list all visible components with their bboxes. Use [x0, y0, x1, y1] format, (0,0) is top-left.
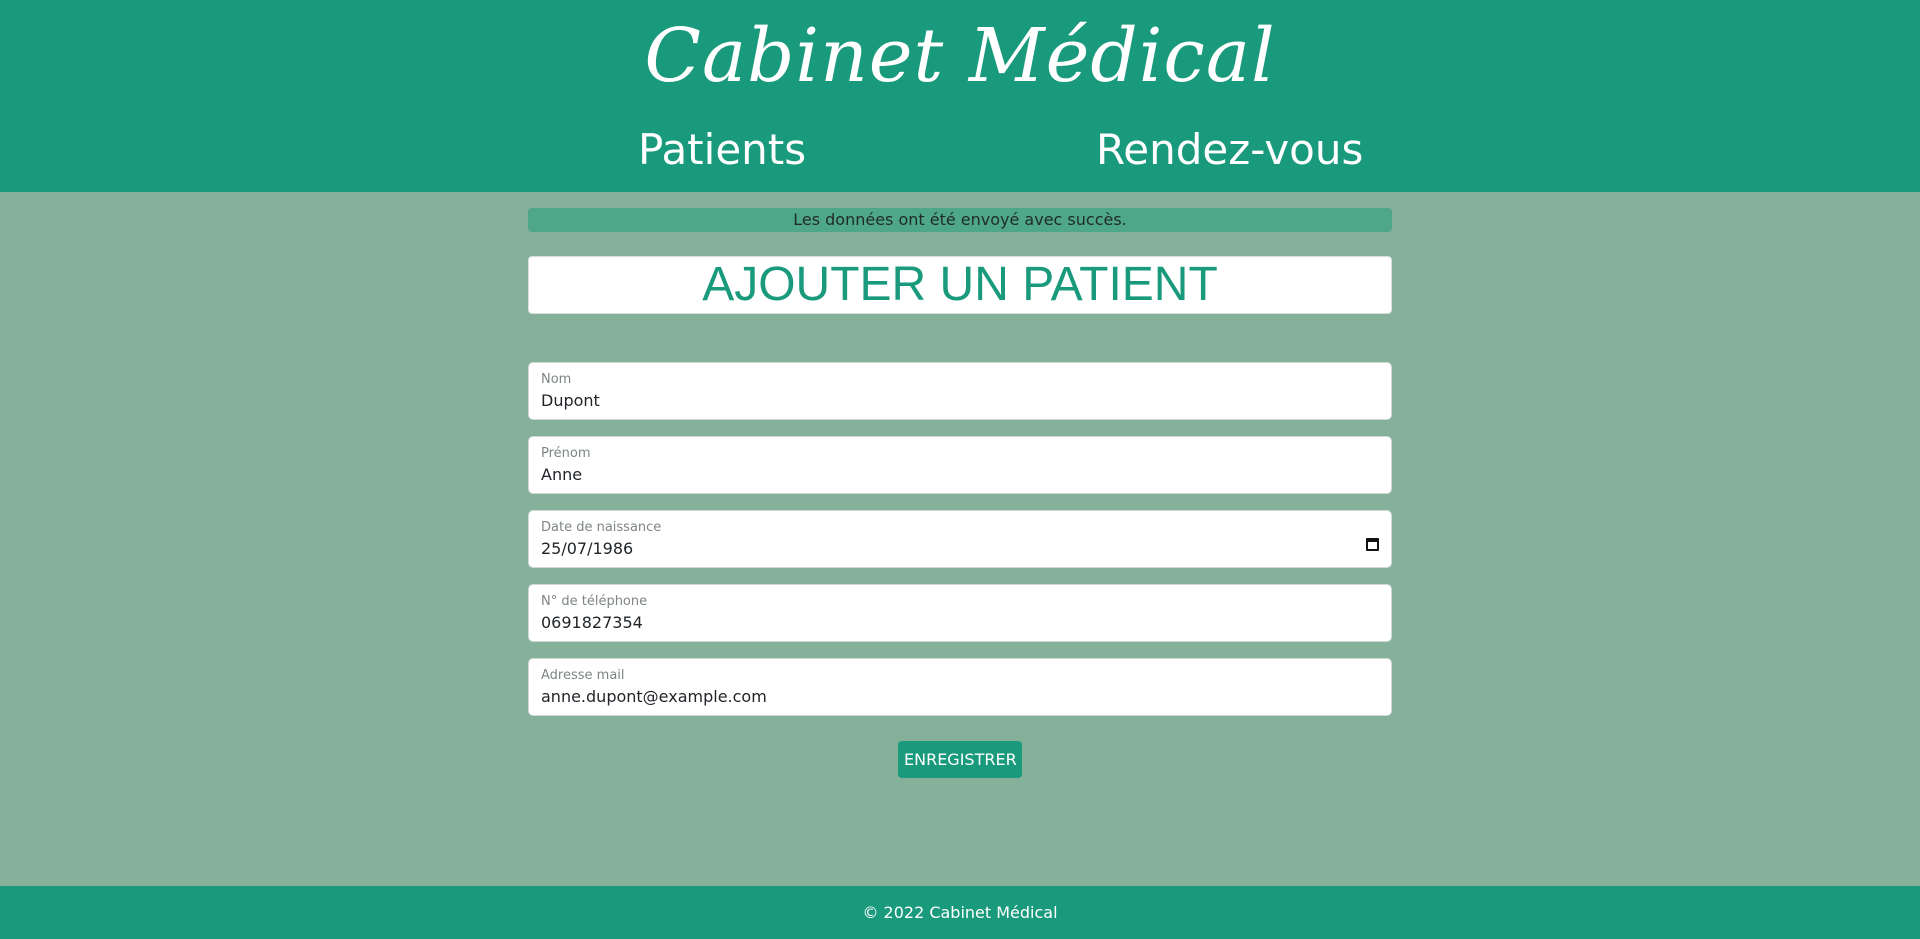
site-title: Cabinet Médical [644, 13, 1276, 99]
first-name-label: Prénom [541, 446, 591, 461]
phone-input[interactable] [541, 613, 1361, 632]
last-name-label: Nom [541, 372, 572, 387]
first-name-input[interactable] [541, 465, 1361, 484]
last-name-input[interactable] [541, 391, 1361, 410]
success-alert: Les données ont été envoyé avec succès. [528, 208, 1392, 232]
birth-date-label: Date de naissance [541, 520, 662, 535]
first-name-field[interactable]: Prénom [528, 436, 1392, 494]
save-button[interactable]: ENREGISTRER [898, 741, 1022, 778]
nav-patients-link[interactable]: Patients [638, 122, 806, 178]
nav-rendez-vous-link[interactable]: Rendez-vous [1096, 122, 1363, 178]
form-title: AJOUTER UN PATIENT [528, 256, 1392, 314]
site-footer: © 2022 Cabinet Médical [0, 886, 1920, 939]
email-field[interactable]: Adresse mail [528, 658, 1392, 716]
email-label: Adresse mail [541, 668, 625, 683]
last-name-field[interactable]: Nom [528, 362, 1392, 420]
phone-field[interactable]: N° de téléphone [528, 584, 1392, 642]
birth-date-field[interactable]: Date de naissance [528, 510, 1392, 568]
email-input[interactable] [541, 687, 1361, 706]
birth-date-input[interactable] [541, 539, 1361, 558]
phone-label: N° de téléphone [541, 594, 648, 609]
calendar-icon[interactable] [1366, 538, 1379, 551]
site-header: Cabinet Médical Patients Rendez-vous [0, 0, 1920, 192]
